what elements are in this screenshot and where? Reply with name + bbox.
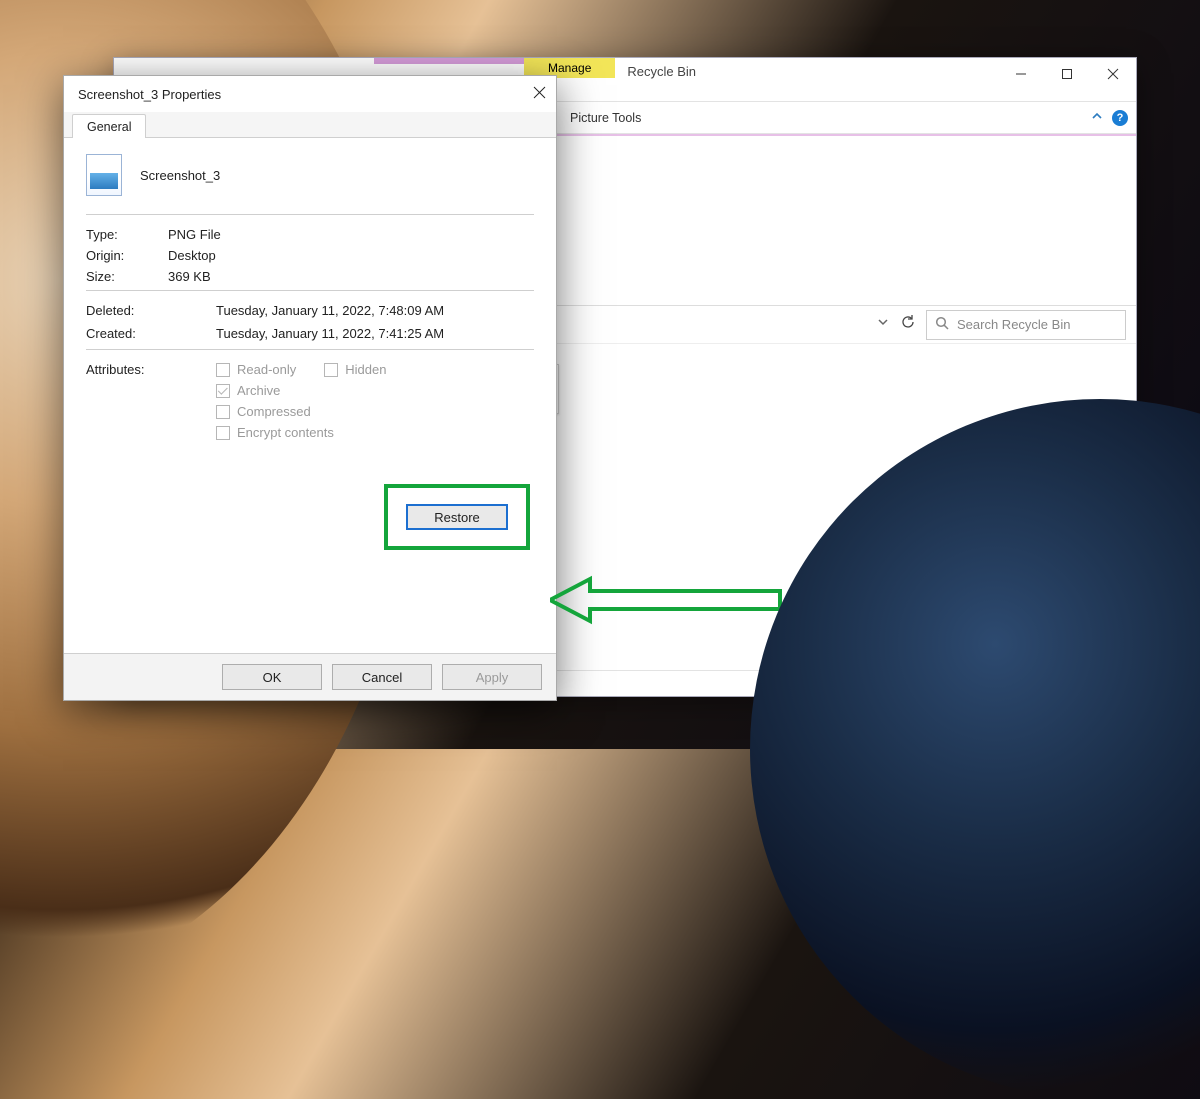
- value-created: Tuesday, January 11, 2022, 7:41:25 AM: [216, 326, 444, 341]
- checkbox-compressed: Compressed: [216, 404, 386, 419]
- value-origin: Desktop: [168, 248, 216, 263]
- maximize-button[interactable]: [1044, 58, 1090, 90]
- tab-general[interactable]: General: [72, 114, 146, 138]
- dialog-title: Screenshot_3 Properties: [78, 87, 221, 102]
- label-deleted: Deleted:: [86, 303, 216, 318]
- separator: [86, 290, 534, 291]
- dialog-footer: OK Cancel Apply: [64, 653, 556, 700]
- checkbox-archive: Archive: [216, 383, 386, 398]
- label-origin: Origin:: [86, 248, 168, 263]
- search-input[interactable]: Search Recycle Bin: [926, 310, 1126, 340]
- thumbnails-view-icon[interactable]: [1106, 676, 1126, 692]
- filetype-icon: [86, 154, 122, 196]
- label-created: Created:: [86, 326, 216, 341]
- label-type: Type:: [86, 227, 168, 242]
- restore-highlight-box: Restore: [384, 484, 530, 550]
- properties-dialog: Screenshot_3 Properties General Screensh…: [63, 75, 557, 701]
- ribbon-accent: [374, 58, 524, 64]
- restore-button[interactable]: Restore: [406, 504, 508, 530]
- value-type: PNG File: [168, 227, 221, 242]
- caption-buttons: [998, 58, 1136, 101]
- dialog-titlebar: Screenshot_3 Properties: [64, 76, 556, 112]
- search-placeholder: Search Recycle Bin: [957, 317, 1070, 332]
- search-icon: [935, 316, 949, 333]
- checkbox-hidden: Hidden: [324, 362, 386, 377]
- apply-button[interactable]: Apply: [442, 664, 542, 690]
- dropdown-chevron-icon[interactable]: [876, 315, 890, 334]
- help-icon[interactable]: ?: [1112, 110, 1128, 126]
- checkbox-read-only: Read-only: [216, 362, 296, 377]
- picture-tools-tab[interactable]: Picture Tools: [560, 105, 651, 131]
- tab-strip: General: [64, 112, 556, 138]
- value-size: 369 KB: [168, 269, 211, 284]
- refresh-icon[interactable]: [900, 314, 916, 335]
- minimize-button[interactable]: [998, 58, 1044, 90]
- value-deleted: Tuesday, January 11, 2022, 7:48:09 AM: [216, 303, 444, 318]
- dialog-body: Screenshot_3 Type:PNG File Origin:Deskto…: [64, 138, 556, 653]
- close-icon[interactable]: [533, 86, 546, 102]
- ok-button[interactable]: OK: [222, 664, 322, 690]
- file-name: Screenshot_3: [140, 168, 220, 183]
- ribbon-chevron-icon[interactable]: [1090, 109, 1104, 126]
- separator: [86, 349, 534, 350]
- label-attributes: Attributes:: [86, 362, 216, 440]
- label-size: Size:: [86, 269, 168, 284]
- window-title: Recycle Bin: [615, 58, 708, 85]
- cancel-button[interactable]: Cancel: [332, 664, 432, 690]
- close-button[interactable]: [1090, 58, 1136, 90]
- details-view-icon[interactable]: [1078, 676, 1098, 692]
- checkbox-encrypt: Encrypt contents: [216, 425, 386, 440]
- separator: [86, 214, 534, 215]
